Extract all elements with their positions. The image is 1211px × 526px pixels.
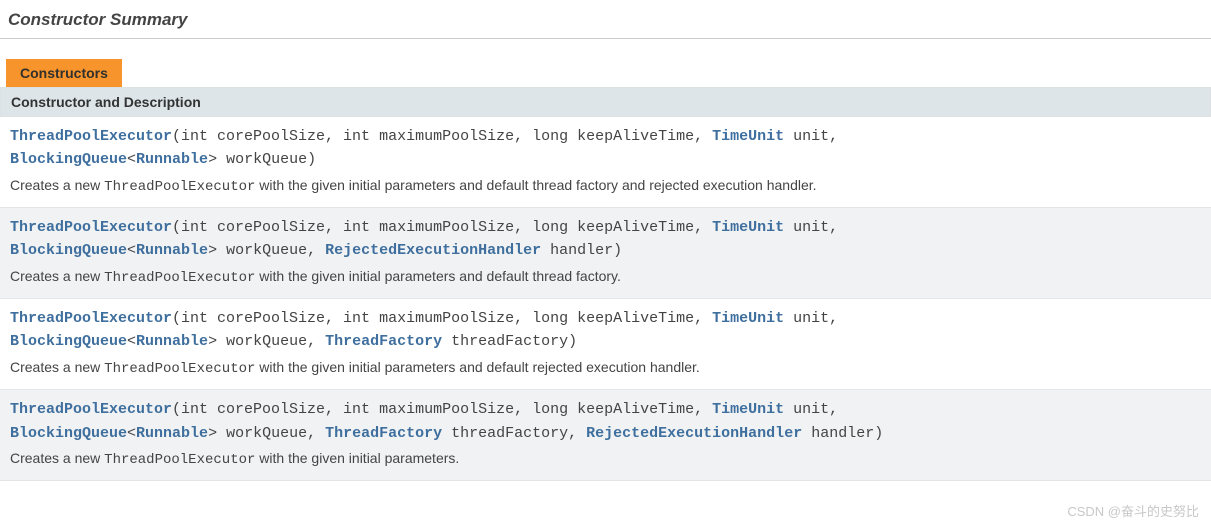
constructor-signature: ThreadPoolExecutor(int corePoolSize, int… [10,398,1201,445]
sig-text: > workQueue, [208,425,325,442]
sig-text: (int corePoolSize, int maximumPoolSize, … [172,401,712,418]
constructor-name-link[interactable]: ThreadPoolExecutor [10,310,172,327]
constructor-signature: ThreadPoolExecutor(int corePoolSize, int… [10,125,1201,172]
sig-text: threadFactory, [442,425,586,442]
sig-text: < [127,333,136,350]
type-link-threadfactory[interactable]: ThreadFactory [325,425,442,442]
constructor-description: Creates a new ThreadPoolExecutor with th… [10,267,1201,289]
sig-text: < [127,242,136,259]
sig-text: (int corePoolSize, int maximumPoolSize, … [172,310,712,327]
constructor-name-link[interactable]: ThreadPoolExecutor [10,401,172,418]
type-link-threadfactory[interactable]: ThreadFactory [325,333,442,350]
desc-prefix: Creates a new [10,177,104,193]
table-row: ThreadPoolExecutor(int corePoolSize, int… [0,117,1211,208]
desc-class: ThreadPoolExecutor [104,270,255,286]
sig-text: threadFactory) [442,333,577,350]
type-link-timeunit[interactable]: TimeUnit [712,128,784,145]
type-link-timeunit[interactable]: TimeUnit [712,219,784,236]
table-row: ThreadPoolExecutor(int corePoolSize, int… [0,299,1211,390]
sig-text: unit, [784,128,838,145]
desc-prefix: Creates a new [10,450,104,466]
constructor-description: Creates a new ThreadPoolExecutor with th… [10,176,1201,198]
desc-prefix: Creates a new [10,268,104,284]
desc-suffix: with the given initial parameters. [255,450,459,466]
sig-text: > workQueue, [208,242,325,259]
sig-text: unit, [784,401,838,418]
sig-text: < [127,425,136,442]
type-link-blockingqueue[interactable]: BlockingQueue [10,425,127,442]
desc-suffix: with the given initial parameters and de… [255,177,816,193]
sig-text: > workQueue, [208,333,325,350]
watermark: CSDN @奋斗的史努比 [1067,501,1199,520]
table-header: Constructor and Description [0,87,1211,117]
desc-class: ThreadPoolExecutor [104,452,255,468]
constructor-signature: ThreadPoolExecutor(int corePoolSize, int… [10,216,1201,263]
type-link-runnable[interactable]: Runnable [136,151,208,168]
table-row: ThreadPoolExecutor(int corePoolSize, int… [0,208,1211,299]
section-title: Constructor Summary [0,0,1211,39]
constructor-name-link[interactable]: ThreadPoolExecutor [10,128,172,145]
constructor-description: Creates a new ThreadPoolExecutor with th… [10,358,1201,380]
sig-text: unit, [784,219,838,236]
tab-constructors[interactable]: Constructors [6,59,122,87]
tab-container: Constructors [6,59,1205,87]
desc-prefix: Creates a new [10,359,104,375]
desc-suffix: with the given initial parameters and de… [255,268,621,284]
constructor-name-link[interactable]: ThreadPoolExecutor [10,219,172,236]
type-link-timeunit[interactable]: TimeUnit [712,401,784,418]
desc-class: ThreadPoolExecutor [104,361,255,377]
constructor-description: Creates a new ThreadPoolExecutor with th… [10,449,1201,471]
type-link-runnable[interactable]: Runnable [136,242,208,259]
desc-class: ThreadPoolExecutor [104,179,255,195]
table-row: ThreadPoolExecutor(int corePoolSize, int… [0,390,1211,481]
sig-text: handler) [802,425,883,442]
type-link-rejectedexecutionhandler[interactable]: RejectedExecutionHandler [325,242,541,259]
type-link-blockingqueue[interactable]: BlockingQueue [10,242,127,259]
type-link-blockingqueue[interactable]: BlockingQueue [10,151,127,168]
sig-text: (int corePoolSize, int maximumPoolSize, … [172,219,712,236]
sig-text: handler) [541,242,622,259]
sig-text: < [127,151,136,168]
sig-text: unit, [784,310,838,327]
type-link-runnable[interactable]: Runnable [136,425,208,442]
type-link-blockingqueue[interactable]: BlockingQueue [10,333,127,350]
desc-suffix: with the given initial parameters and de… [255,359,699,375]
type-link-runnable[interactable]: Runnable [136,333,208,350]
constructor-signature: ThreadPoolExecutor(int corePoolSize, int… [10,307,1201,354]
sig-text: > workQueue) [208,151,316,168]
sig-text: (int corePoolSize, int maximumPoolSize, … [172,128,712,145]
type-link-rejectedexecutionhandler[interactable]: RejectedExecutionHandler [586,425,802,442]
type-link-timeunit[interactable]: TimeUnit [712,310,784,327]
